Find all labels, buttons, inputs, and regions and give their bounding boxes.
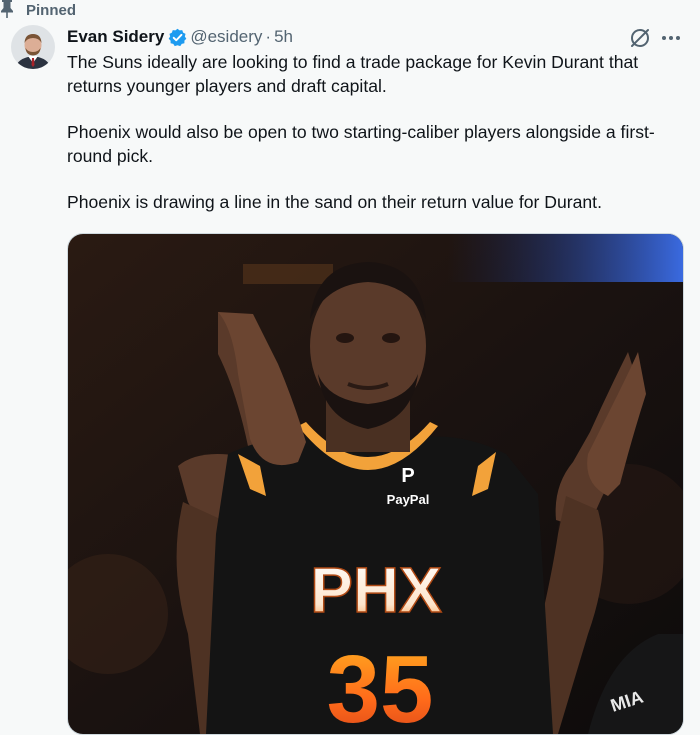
jersey-team-text: PHX	[310, 554, 442, 626]
separator-dot: ·	[265, 27, 272, 46]
tweet-paragraph: Phoenix is drawing a line in the sand on…	[67, 192, 602, 212]
tweet-media-photo[interactable]: MIA P PayPal PHX 35	[67, 233, 684, 735]
tweet-paragraph: The Suns ideally are looking to find a t…	[67, 52, 639, 96]
timestamp[interactable]: 5h	[274, 27, 293, 47]
svg-text:PayPal: PayPal	[387, 492, 430, 507]
pinned-label: Pinned	[26, 2, 77, 19]
grok-icon[interactable]	[629, 27, 651, 49]
more-icon[interactable]	[660, 30, 682, 46]
tweet-paragraph: Phoenix would also be open to two starti…	[67, 122, 655, 166]
jersey-number-text: 35	[327, 636, 434, 734]
avatar[interactable]	[11, 25, 55, 69]
author-name[interactable]: Evan Sidery	[67, 27, 164, 47]
pin-icon	[1, 0, 13, 18]
svg-text:P: P	[401, 465, 414, 487]
verified-badge-icon[interactable]	[168, 28, 187, 47]
tweet-text: The Suns ideally are looking to find a t…	[67, 50, 687, 236]
author-handle[interactable]: @esidery	[190, 27, 262, 47]
tweet-header: Evan Sidery @esidery · 5h	[67, 25, 293, 49]
